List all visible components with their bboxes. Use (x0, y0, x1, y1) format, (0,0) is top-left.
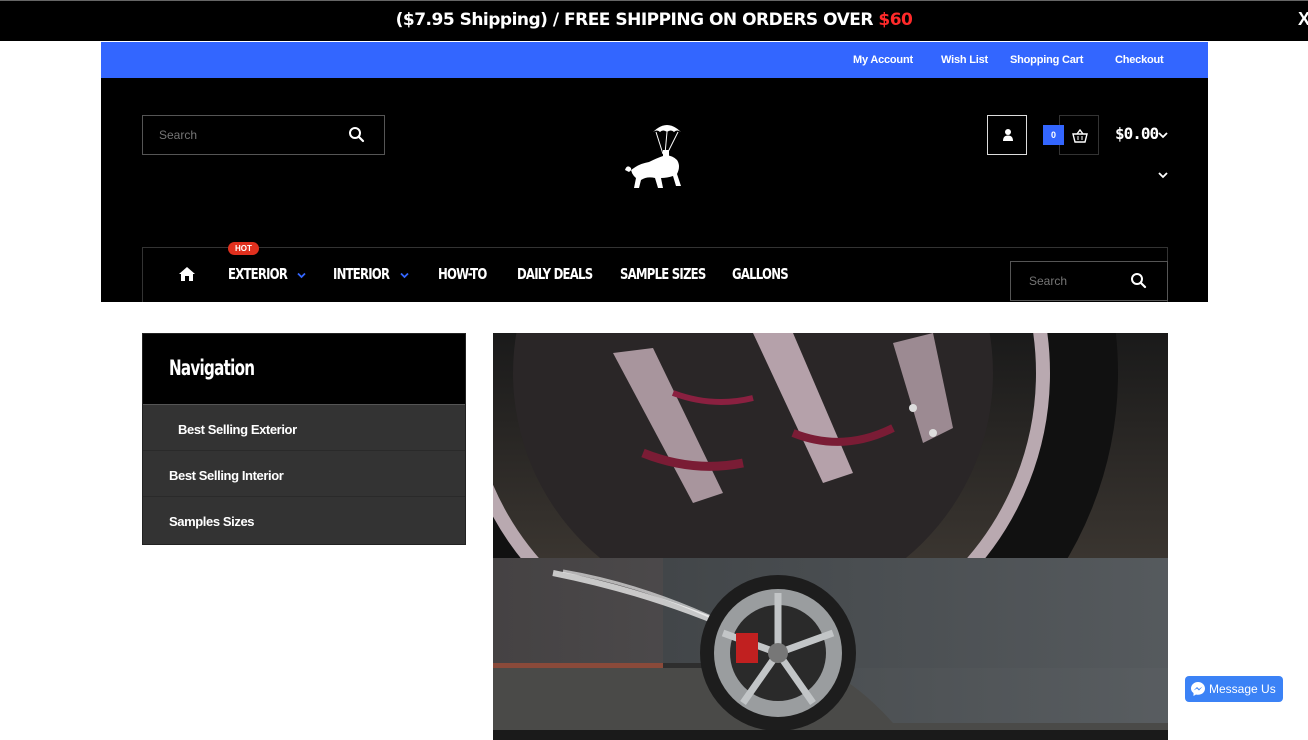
main-nav: HOT EXTERIOR INTERIOR HOW-TO DAILY DEALS… (142, 242, 1168, 302)
nav-gallons[interactable]: GALLONS (732, 265, 789, 283)
messenger-icon (1191, 682, 1205, 696)
sidebar-item-samples-sizes[interactable]: Samples Sizes (143, 497, 465, 543)
home-icon[interactable] (178, 266, 196, 282)
close-icon[interactable]: X (1298, 9, 1308, 30)
sidebar-item-label: Samples Sizes (169, 514, 255, 529)
sidebar-item-label: Best Selling Interior (169, 468, 284, 483)
nav-daily-deals[interactable]: DAILY DEALS (517, 265, 593, 283)
hero-banner[interactable] (493, 333, 1168, 740)
sidebar-item-label: Best Selling Exterior (178, 422, 297, 437)
shopping-cart-link[interactable]: Shopping Cart (1010, 54, 1083, 66)
promo-message: ($7.95 Shipping) / FREE SHIPPING ON ORDE… (395, 10, 879, 30)
wish-list-link[interactable]: Wish List (941, 54, 988, 66)
hero-image (493, 333, 1168, 740)
basket-icon (1072, 129, 1088, 143)
user-icon (1003, 129, 1013, 141)
top-links-bar: My Account Wish List Shopping Cart Check… (101, 42, 1208, 78)
site-header: 0 $0.00 HOT EXTERIOR INTERIOR HOW-TO DAI… (101, 78, 1208, 302)
nav-exterior[interactable]: EXTERIOR (228, 265, 288, 283)
promo-amount: $60 (878, 10, 913, 30)
sidebar-header: Navigation (143, 334, 465, 405)
hot-badge: HOT (228, 242, 259, 255)
promo-bar: ($7.95 Shipping) / FREE SHIPPING ON ORDE… (0, 0, 1308, 41)
account-button[interactable] (987, 115, 1027, 155)
sidebar-item-best-selling-exterior[interactable]: Best Selling Exterior (143, 405, 465, 451)
logo[interactable] (623, 120, 687, 194)
message-us-label: Message Us (1209, 682, 1276, 696)
chevron-down-icon[interactable] (1158, 131, 1168, 139)
nav-search (1010, 261, 1168, 301)
search-icon[interactable] (1129, 271, 1149, 291)
search-icon[interactable] (347, 125, 367, 145)
message-us-button[interactable]: Message Us (1185, 676, 1283, 702)
checkout-link[interactable]: Checkout (1115, 54, 1164, 66)
cart-total[interactable]: $0.00 (1115, 124, 1159, 143)
chevron-down-icon[interactable] (1158, 171, 1168, 179)
promo-text: ($7.95 Shipping) / FREE SHIPPING ON ORDE… (396, 10, 913, 30)
my-account-link[interactable]: My Account (853, 54, 913, 66)
nav-search-input[interactable] (1029, 274, 1129, 288)
cart-count-badge: 0 (1043, 125, 1064, 145)
sidebar-title: Navigation (169, 356, 255, 380)
sidebar-navigation: Navigation Best Selling Exterior Best Se… (142, 333, 466, 545)
chevron-down-icon[interactable] (400, 272, 409, 279)
sidebar-item-best-selling-interior[interactable]: Best Selling Interior (143, 451, 465, 497)
search-input[interactable] (159, 128, 339, 142)
nav-how-to[interactable]: HOW-TO (438, 265, 487, 283)
chevron-down-icon[interactable] (297, 272, 306, 279)
nav-sample-sizes[interactable]: SAMPLE SIZES (620, 265, 706, 283)
nav-interior[interactable]: INTERIOR (333, 265, 390, 283)
header-search (142, 115, 385, 155)
cart-button[interactable] (1059, 115, 1099, 155)
